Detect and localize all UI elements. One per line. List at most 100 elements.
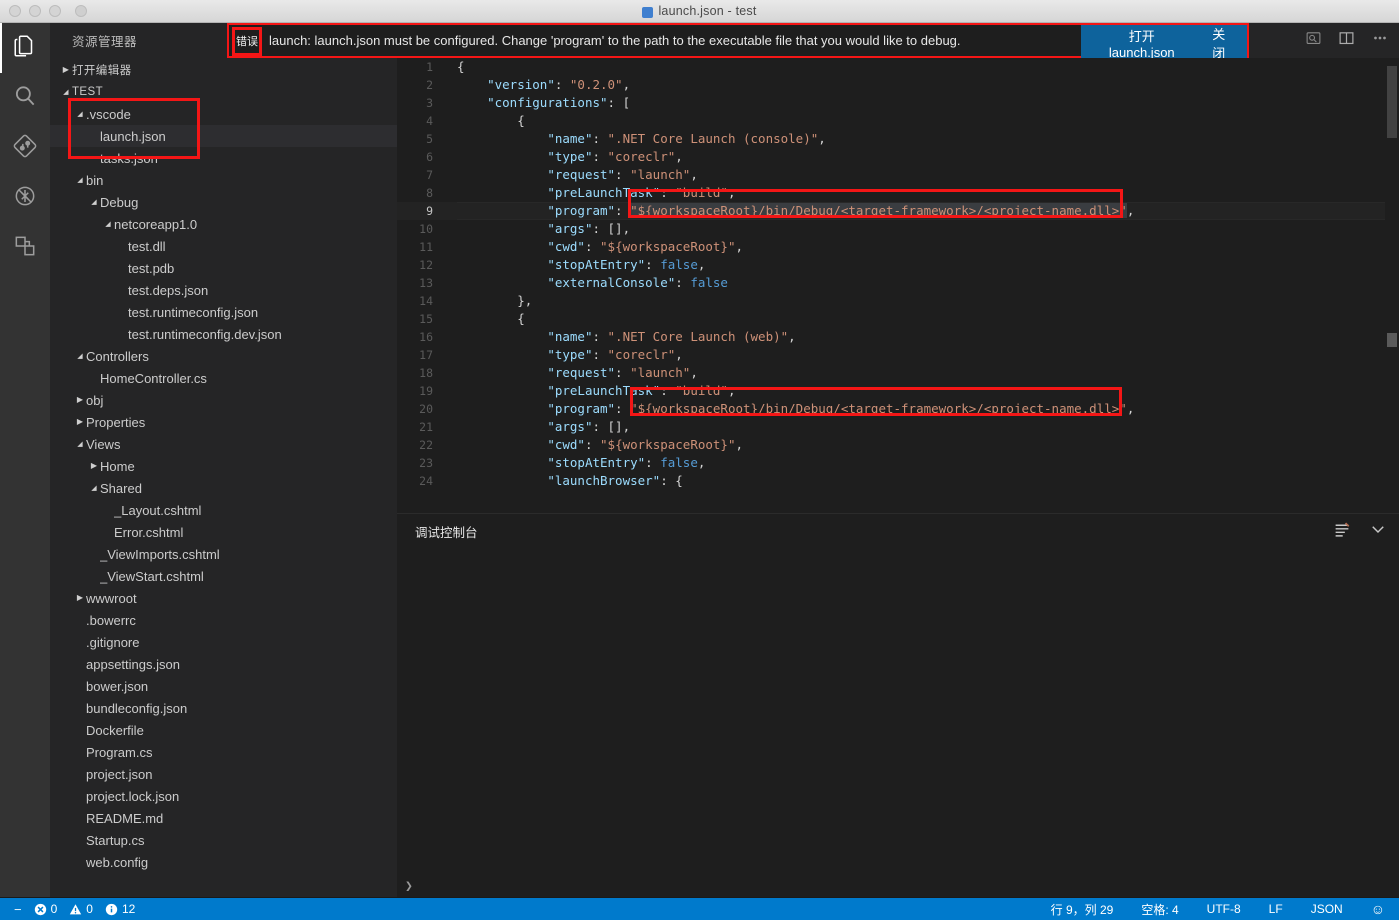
tree-item-test.dll[interactable]: test.dll bbox=[50, 235, 397, 257]
code-line[interactable]: 5 "name": ".NET Core Launch (console)", bbox=[397, 130, 1399, 148]
code-line[interactable]: 17 "type": "coreclr", bbox=[397, 346, 1399, 364]
tree-item-error.cshtml[interactable]: Error.cshtml bbox=[50, 521, 397, 543]
activity-item-explorer[interactable] bbox=[0, 23, 50, 73]
code-line[interactable]: 19 "preLaunchTask": "build", bbox=[397, 382, 1399, 400]
tree-item-views[interactable]: ◢Views bbox=[50, 433, 397, 455]
code-line[interactable]: 21 "args": [], bbox=[397, 418, 1399, 436]
tree-item-program.cs[interactable]: Program.cs bbox=[50, 741, 397, 763]
chevron-down-icon[interactable]: ◢ bbox=[60, 89, 72, 96]
tree-item-bin[interactable]: ◢bin bbox=[50, 169, 397, 191]
status-cursor-position[interactable]: 行 9，列 29 bbox=[1045, 898, 1120, 920]
tree-item-bower.json[interactable]: bower.json bbox=[50, 675, 397, 697]
chevron-down-icon[interactable]: ◢ bbox=[74, 111, 86, 118]
code-line[interactable]: 8 "preLaunchTask": "build", bbox=[397, 184, 1399, 202]
more-actions-icon[interactable] bbox=[1371, 29, 1389, 52]
code-line[interactable]: 22 "cwd": "${workspaceRoot}", bbox=[397, 436, 1399, 454]
code-line[interactable]: 11 "cwd": "${workspaceRoot}", bbox=[397, 238, 1399, 256]
chevron-right-icon[interactable]: ▶ bbox=[74, 396, 86, 404]
chevron-down-icon[interactable]: ◢ bbox=[74, 177, 86, 184]
chevron-down-icon[interactable]: ◢ bbox=[88, 485, 100, 492]
code-line[interactable]: 18 "request": "launch", bbox=[397, 364, 1399, 382]
chevron-down-icon[interactable]: ◢ bbox=[74, 441, 86, 448]
status-eol[interactable]: LF bbox=[1263, 898, 1289, 920]
tree-item-project.lock.json[interactable]: project.lock.json bbox=[50, 785, 397, 807]
open-launch-json-button[interactable]: 打开 launch.json bbox=[1097, 26, 1187, 60]
code-line[interactable]: 16 "name": ".NET Core Launch (web)", bbox=[397, 328, 1399, 346]
tree-item--layout.cshtml[interactable]: _Layout.cshtml bbox=[50, 499, 397, 521]
chevron-right-icon[interactable]: ▶ bbox=[74, 418, 86, 426]
status-errors[interactable]: 0 bbox=[28, 898, 64, 920]
tree-item-test.runtimeconfig.json[interactable]: test.runtimeconfig.json bbox=[50, 301, 397, 323]
tree-item-obj[interactable]: ▶obj bbox=[50, 389, 397, 411]
tree-item-web.config[interactable]: web.config bbox=[50, 851, 397, 873]
chevron-down-icon[interactable]: ◢ bbox=[88, 199, 100, 206]
tree-item-debug[interactable]: ◢Debug bbox=[50, 191, 397, 213]
feedback-smiley-icon[interactable]: ☺ bbox=[1365, 898, 1391, 920]
code-line[interactable]: 13 "externalConsole": false bbox=[397, 274, 1399, 292]
code-line[interactable]: 12 "stopAtEntry": false, bbox=[397, 256, 1399, 274]
tree-item-tasks.json[interactable]: tasks.json bbox=[50, 147, 397, 169]
tree-item-properties[interactable]: ▶Properties bbox=[50, 411, 397, 433]
tree-item-appsettings.json[interactable]: appsettings.json bbox=[50, 653, 397, 675]
tree-item-.vscode[interactable]: ◢.vscode bbox=[50, 103, 397, 125]
status-warnings[interactable]: 0 bbox=[63, 898, 99, 920]
code-line[interactable]: 10 "args": [], bbox=[397, 220, 1399, 238]
status-language-mode[interactable]: JSON bbox=[1305, 898, 1349, 920]
preview-icon[interactable] bbox=[1305, 30, 1322, 52]
tree-item-test.runtimeconfig.dev.json[interactable]: test.runtimeconfig.dev.json bbox=[50, 323, 397, 345]
split-editor-icon[interactable] bbox=[1338, 30, 1355, 52]
status-infos[interactable]: 12 bbox=[99, 898, 141, 920]
tree-item-test[interactable]: ◢TEST bbox=[50, 81, 397, 103]
chevron-down-icon[interactable]: ◢ bbox=[102, 221, 114, 228]
tree-item-startup.cs[interactable]: Startup.cs bbox=[50, 829, 397, 851]
scrollbar-thumb[interactable] bbox=[1387, 66, 1397, 138]
code-line[interactable]: 9 "program": "${workspaceRoot}/bin/Debug… bbox=[397, 202, 1399, 220]
status-indentation[interactable]: 空格: 4 bbox=[1135, 898, 1184, 920]
close-notification-button[interactable]: 关闭 bbox=[1207, 24, 1231, 62]
activity-item-source-control[interactable] bbox=[0, 123, 50, 173]
editor-overview-ruler[interactable] bbox=[1385, 58, 1399, 513]
code-line[interactable]: 7 "request": "launch", bbox=[397, 166, 1399, 184]
panel-title-debug-console[interactable]: 调试控制台 bbox=[415, 522, 478, 541]
tree-item-homecontroller.cs[interactable]: HomeController.cs bbox=[50, 367, 397, 389]
tree-item--viewimports.cshtml[interactable]: _ViewImports.cshtml bbox=[50, 543, 397, 565]
chevron-right-icon[interactable]: ▶ bbox=[88, 462, 100, 470]
code-line[interactable]: 4 { bbox=[397, 112, 1399, 130]
tree-item-shared[interactable]: ◢Shared bbox=[50, 477, 397, 499]
tree-item-home[interactable]: ▶Home bbox=[50, 455, 397, 477]
code-line[interactable]: 3 "configurations": [ bbox=[397, 94, 1399, 112]
code-line[interactable]: 23 "stopAtEntry": false, bbox=[397, 454, 1399, 472]
tree-item-readme.md[interactable]: README.md bbox=[50, 807, 397, 829]
tree-item-.bowerrc[interactable]: .bowerrc bbox=[50, 609, 397, 631]
tree-item-.gitignore[interactable]: .gitignore bbox=[50, 631, 397, 653]
tree-item--viewstart.cshtml[interactable]: _ViewStart.cshtml bbox=[50, 565, 397, 587]
chevron-right-icon[interactable]: ▶ bbox=[60, 66, 72, 74]
code-line[interactable]: 2 "version": "0.2.0", bbox=[397, 76, 1399, 94]
status-encoding[interactable]: UTF-8 bbox=[1201, 898, 1247, 920]
tree-item-test.pdb[interactable]: test.pdb bbox=[50, 257, 397, 279]
chevron-down-icon[interactable]: ◢ bbox=[74, 353, 86, 360]
tree-item-controllers[interactable]: ◢Controllers bbox=[50, 345, 397, 367]
code-line[interactable]: 14 }, bbox=[397, 292, 1399, 310]
clear-console-icon[interactable] bbox=[1333, 521, 1351, 543]
code-editor[interactable]: 1{2 "version": "0.2.0",3 "configurations… bbox=[397, 58, 1399, 513]
tree-item-launch.json[interactable]: launch.json bbox=[50, 125, 397, 147]
activity-item-debug[interactable] bbox=[0, 173, 50, 223]
code-line[interactable]: 1{ bbox=[397, 58, 1399, 76]
code-line[interactable]: 20 "program": "${workspaceRoot}/bin/Debu… bbox=[397, 400, 1399, 418]
activity-item-extensions[interactable] bbox=[0, 223, 50, 273]
code-line[interactable]: 24 "launchBrowser": { bbox=[397, 472, 1399, 490]
tree-item-project.json[interactable]: project.json bbox=[50, 763, 397, 785]
tree-item-wwwroot[interactable]: ▶wwwroot bbox=[50, 587, 397, 609]
tree-item------[interactable]: ▶打开编辑器 bbox=[50, 59, 397, 81]
chevron-right-icon[interactable]: ▶ bbox=[74, 594, 86, 602]
code-line[interactable]: 15 { bbox=[397, 310, 1399, 328]
tree-item-bundleconfig.json[interactable]: bundleconfig.json bbox=[50, 697, 397, 719]
tree-item-netcoreapp1.0[interactable]: ◢netcoreapp1.0 bbox=[50, 213, 397, 235]
status-remote-indicator[interactable]: − bbox=[8, 898, 28, 920]
tree-item-test.deps.json[interactable]: test.deps.json bbox=[50, 279, 397, 301]
code-line[interactable]: 6 "type": "coreclr", bbox=[397, 148, 1399, 166]
activity-item-search[interactable] bbox=[0, 73, 50, 123]
debug-console-input[interactable]: ❯ bbox=[397, 874, 1399, 898]
tree-item-dockerfile[interactable]: Dockerfile bbox=[50, 719, 397, 741]
